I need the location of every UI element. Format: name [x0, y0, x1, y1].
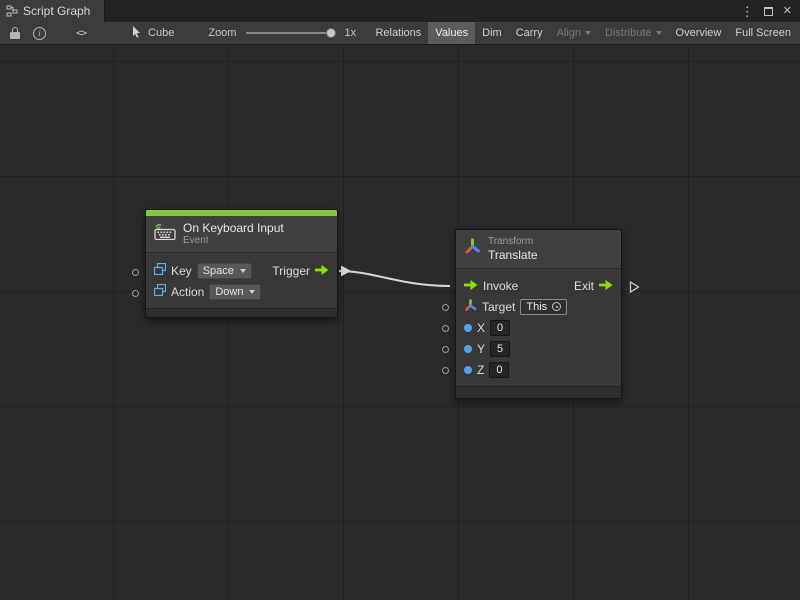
tab-title: Script Graph — [23, 4, 90, 18]
close-icon[interactable]: ✕ — [783, 6, 792, 17]
invoke-row: Invoke Exit — [464, 275, 613, 296]
node-title: On Keyboard Input — [183, 221, 284, 235]
window-menu-icon[interactable]: ⋮ — [741, 5, 754, 18]
code-icon[interactable]: <> — [76, 28, 86, 39]
node-transform-translate[interactable]: Transform Translate Invoke Exit — [455, 229, 622, 399]
y-port-dot — [464, 345, 472, 353]
dim-button[interactable]: Dim — [475, 22, 509, 44]
distribute-button: Distribute — [598, 22, 668, 44]
x-value-field[interactable]: 0 — [490, 320, 510, 336]
node-title: Translate — [488, 248, 538, 262]
target-label: Target — [482, 300, 515, 314]
value-input-icon — [154, 284, 166, 299]
action-label: Action — [171, 285, 204, 299]
x-port-dot — [464, 324, 472, 332]
z-value-field[interactable]: 0 — [489, 362, 509, 378]
action-input-port[interactable] — [132, 290, 139, 297]
node-header[interactable]: On Keyboard Input Event — [146, 216, 337, 253]
exit-label: Exit — [574, 279, 594, 293]
chevron-down-icon — [585, 31, 591, 35]
exit-ghost-arrow-icon[interactable] — [629, 280, 640, 298]
titlebar: Script Graph ⋮ ✕ — [0, 0, 800, 22]
target-object-field[interactable]: This — [520, 299, 567, 315]
fullscreen-button[interactable]: Full Screen — [728, 22, 798, 44]
chevron-down-icon — [249, 290, 255, 294]
trigger-port-icon[interactable] — [315, 264, 329, 278]
exit-port-icon[interactable] — [599, 279, 613, 293]
titlebar-spacer — [105, 0, 740, 22]
tab-script-graph[interactable]: Script Graph — [0, 0, 105, 22]
z-label: Z — [477, 363, 484, 377]
x-row: X 0 — [464, 317, 613, 338]
node-footer — [146, 308, 337, 317]
zoom-label: Zoom — [208, 27, 236, 39]
y-input-port[interactable] — [442, 346, 449, 353]
y-label: Y — [477, 342, 485, 356]
chevron-down-icon — [240, 269, 246, 273]
key-dropdown[interactable]: Space — [197, 263, 252, 279]
node-on-keyboard-input[interactable]: On Keyboard Input Event Key Space Trigge… — [145, 209, 338, 318]
key-row: Key Space Trigger — [154, 260, 329, 281]
zoom-slider[interactable] — [246, 32, 334, 34]
x-input-port[interactable] — [442, 325, 449, 332]
action-row: Action Down — [154, 281, 329, 302]
toolbar: i <> Cube Zoom 1x Relations Values Dim C… — [0, 22, 800, 45]
x-label: X — [477, 321, 485, 335]
values-button[interactable]: Values — [428, 22, 475, 44]
graph-canvas[interactable]: On Keyboard Input Event Key Space Trigge… — [0, 45, 800, 600]
value-input-icon — [154, 263, 166, 278]
keyboard-icon — [154, 223, 176, 245]
target-object-label[interactable]: Cube — [148, 27, 174, 39]
graph-icon — [6, 5, 18, 17]
zoom-slider-knob[interactable] — [326, 28, 336, 38]
connection-wire — [0, 45, 800, 600]
relations-button[interactable]: Relations — [368, 22, 428, 44]
trigger-label: Trigger — [272, 264, 310, 278]
transform-icon — [464, 238, 481, 260]
node-category: Transform — [488, 236, 538, 248]
info-icon[interactable]: i — [33, 27, 46, 40]
lock-body — [10, 32, 20, 39]
target-input-port[interactable] — [442, 304, 449, 311]
invoke-port-icon[interactable] — [464, 279, 478, 293]
z-port-dot — [464, 366, 472, 374]
z-row: Z 0 — [464, 359, 613, 380]
y-row: Y 5 — [464, 338, 613, 359]
object-picker-icon[interactable] — [552, 302, 561, 311]
lock-icon[interactable] — [9, 26, 21, 40]
node-subtitle: Event — [183, 235, 284, 247]
z-input-port[interactable] — [442, 367, 449, 374]
chevron-down-icon — [656, 31, 662, 35]
invoke-label: Invoke — [483, 279, 518, 293]
action-dropdown[interactable]: Down — [209, 284, 261, 300]
toolbar-spacer — [356, 22, 368, 44]
y-value-field[interactable]: 5 — [490, 341, 510, 357]
node-header[interactable]: Transform Translate — [456, 230, 621, 269]
wire-arrowhead — [341, 266, 351, 277]
overview-button[interactable]: Overview — [669, 22, 729, 44]
node-footer — [456, 386, 621, 398]
carry-button[interactable]: Carry — [509, 22, 550, 44]
key-input-port[interactable] — [132, 269, 139, 276]
key-label: Key — [171, 264, 192, 278]
align-button: Align — [550, 22, 598, 44]
zoom-value: 1x — [344, 27, 356, 39]
pick-cursor-icon — [132, 26, 143, 41]
transform-small-icon — [464, 299, 477, 315]
maximize-icon[interactable] — [764, 7, 773, 16]
target-row: Target This — [464, 296, 613, 317]
